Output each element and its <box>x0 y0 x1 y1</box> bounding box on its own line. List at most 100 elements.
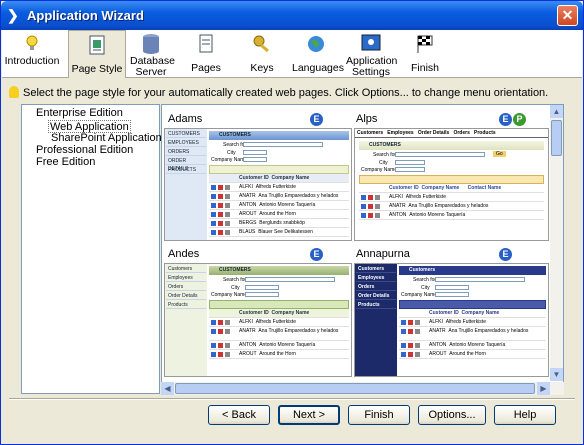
thumb-cell: ANATR <box>239 328 256 334</box>
thumb-nav-item: Orders <box>356 283 396 291</box>
style-thumb-adams[interactable]: CUSTOMERS EMPLOYEES ORDERS ORDER DETAILS… <box>164 128 352 241</box>
thumb-toolbar <box>209 165 349 174</box>
tree-item-free[interactable]: Free Edition <box>36 156 95 169</box>
settings-icon <box>361 34 381 51</box>
finish-button[interactable]: Finish <box>348 405 410 425</box>
edition-tree: Enterprise Edition Web Application Share… <box>21 104 162 394</box>
step-languages[interactable]: Languages <box>292 30 344 78</box>
style-thumb-annapurna[interactable]: Customers Employees Orders Order Details… <box>354 263 549 377</box>
thumb-tab: Employees <box>387 130 414 136</box>
keys-icon <box>253 35 269 53</box>
instruction-text: Select the page style for your automatic… <box>9 86 579 100</box>
thumb-cell: Antonio Moreno Taquería <box>409 212 466 218</box>
thumb-col-id: Customer ID <box>239 310 269 316</box>
thumb-nav-item: Customers <box>166 265 206 273</box>
thumb-city-box <box>435 285 469 290</box>
scroll-thumb[interactable] <box>175 383 535 394</box>
thumb-nav-item: EMPLOYEES <box>166 139 206 147</box>
database-icon <box>143 34 159 54</box>
next-button[interactable]: Next > <box>278 405 340 425</box>
step-keys[interactable]: Keys <box>244 30 280 78</box>
help-button[interactable]: Help <box>494 405 556 425</box>
thumb-form: Search for City Company Name <box>209 140 349 164</box>
thumb-nav-item: ORDERS <box>166 148 206 156</box>
step-page-style[interactable]: Page Style <box>68 30 126 78</box>
thumb-row: ALFKI Alfreds Futterkiste <box>209 183 349 192</box>
thumb-nav-item: Orders <box>166 283 206 291</box>
thumb-row: ANATR Ana Trujillo Emparedados y helados <box>209 327 349 341</box>
thumb-nav-item: Customers <box>356 265 396 273</box>
scroll-up-icon[interactable]: ▲ <box>550 105 563 118</box>
thumb-cell: Around the Horn <box>259 351 296 357</box>
thumb-row: AROUT Around the Horn <box>399 350 546 359</box>
thumb-header-row: Customer ID Company Name Contact Name <box>359 184 544 193</box>
vertical-scrollbar[interactable]: ▲ ▼ <box>550 105 563 381</box>
checkered-flag-icon <box>417 35 433 53</box>
step-label: Finish <box>410 62 439 74</box>
thumb-nav: CUSTOMERS EMPLOYEES ORDERS ORDER DETAILS… <box>165 129 207 240</box>
style-name-alps: Alps <box>356 113 378 125</box>
thumb-city-label: City <box>379 160 388 166</box>
thumb-row: ANTON Antonio Moreno Taquería <box>209 341 349 350</box>
step-label: Keys <box>250 62 274 74</box>
step-label: Page Style <box>71 63 123 75</box>
thumb-tabs: Customers Employees Order Details Orders… <box>355 129 548 138</box>
thumb-cell: ALFKI <box>429 319 443 325</box>
thumb-nav: Customers Employees Orders Order Details… <box>355 264 397 376</box>
thumb-row: ALFKI Alfreds Futterkiste <box>209 318 349 327</box>
thumb-nav-item: CUSTOMERS <box>166 130 206 138</box>
step-finish[interactable]: Finish <box>406 30 444 78</box>
thumb-col-id: Customer ID <box>389 185 419 191</box>
thumb-title: CUSTOMERS <box>209 131 349 140</box>
thumb-cell: BLAUS <box>239 229 256 235</box>
options-button[interactable]: Options... <box>418 405 486 425</box>
tree-item-enterprise[interactable]: Enterprise Edition <box>36 107 123 120</box>
thumb-cell: AROUT <box>239 211 257 217</box>
step-label: Application Settings <box>346 55 398 78</box>
thumb-cell: ANTON <box>429 342 447 348</box>
thumb-cell: ANATR <box>389 203 406 209</box>
thumb-tab: Orders <box>453 130 470 136</box>
scroll-left-icon[interactable]: ◀ <box>161 382 174 395</box>
thumb-col-id: Customer ID <box>429 310 459 316</box>
edition-badge-icon: E <box>499 248 512 261</box>
scroll-thumb[interactable] <box>551 120 562 156</box>
scroll-down-icon[interactable]: ▼ <box>550 368 563 381</box>
step-introduction[interactable]: Introduction <box>4 30 60 78</box>
style-name-annapurna: Annapurna <box>356 248 410 260</box>
thumb-cell: Antonio Moreno Taquería <box>449 342 506 348</box>
thumb-main: CUSTOMERS Search for City Company Name C… <box>209 131 349 240</box>
thumb-city-box <box>245 285 279 290</box>
style-thumb-alps[interactable]: Customers Employees Order Details Orders… <box>354 128 549 241</box>
step-application-settings[interactable]: Application Settings <box>346 30 398 78</box>
thumb-search-label: Search for <box>413 277 437 283</box>
thumb-main: Customers Search for City Company Name C… <box>399 266 546 376</box>
style-preview-panel: Adams E CUSTOMERS EMPLOYEES ORDERS ORDER… <box>161 104 564 394</box>
style-thumb-andes[interactable]: Customers Employees Orders Order Details… <box>164 263 352 377</box>
thumb-go-button: Go <box>493 151 506 157</box>
style-name-adams: Adams <box>168 113 203 125</box>
thumb-search-box <box>435 277 525 282</box>
thumb-cell: AROUT <box>239 351 257 357</box>
thumb-title: CUSTOMERS <box>209 266 349 275</box>
thumb-row: AROUT Around the Horn <box>209 350 349 359</box>
thumb-form: Search for City Company Name <box>209 275 349 299</box>
lightbulb-icon <box>9 86 19 98</box>
step-pages[interactable]: Pages <box>186 30 226 78</box>
horizontal-scrollbar[interactable]: ◀ ▶ <box>161 382 564 395</box>
thumb-cell: Antonio Moreno Taquería <box>259 202 316 208</box>
thumb-search-box <box>395 152 485 157</box>
step-database-server[interactable]: Database Server <box>130 30 175 78</box>
thumb-company-label: Company Name <box>211 292 248 298</box>
close-button[interactable]: ✕ <box>557 5 578 26</box>
scroll-right-icon[interactable]: ▶ <box>537 382 550 395</box>
style-name-andes: Andes <box>168 248 200 260</box>
thumb-cell: Ana Trujillo Emparedados y helados <box>408 203 489 209</box>
thumb-cell: ANTON <box>239 342 257 348</box>
back-button[interactable]: < Back <box>208 405 270 425</box>
thumb-city-label: City <box>227 150 236 156</box>
thumb-nav-item: ORDER DETAILS <box>166 157 206 172</box>
thumb-cell: Alfreds Futterkiste <box>255 184 296 190</box>
wizard-window: ❯ Application Wizard ✕ Introduction Page… <box>0 0 584 445</box>
window-title: Application Wizard <box>27 8 144 23</box>
